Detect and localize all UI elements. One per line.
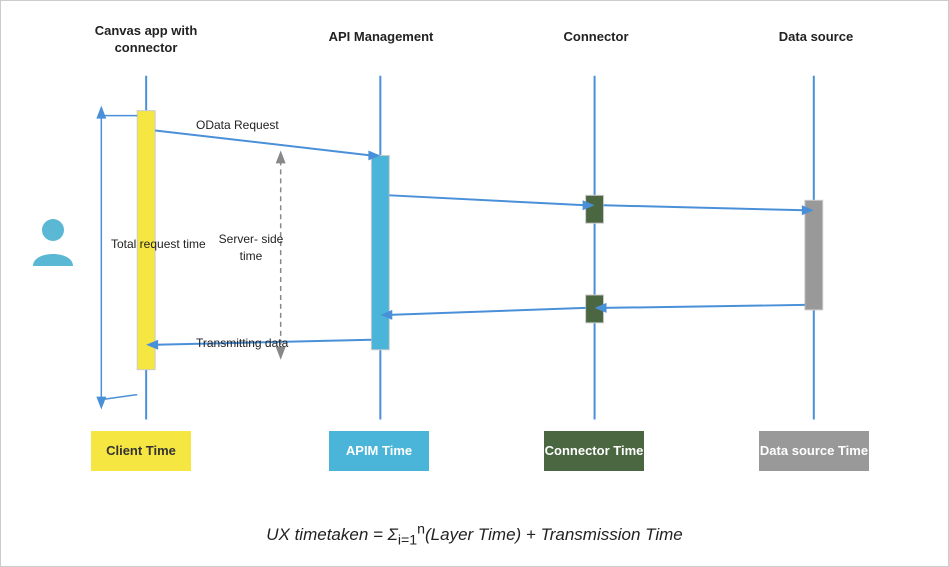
formula-label: UX timetaken = Σi=1n(Layer Time) + Trans… bbox=[1, 521, 948, 548]
client-time-legend: Client Time bbox=[91, 431, 191, 471]
connector-time-legend: Connector Time bbox=[544, 431, 644, 471]
total-request-label: Total request time bbox=[111, 236, 206, 253]
server-side-label: Server- side time bbox=[216, 231, 286, 265]
user-icon bbox=[29, 216, 77, 275]
apim-time-legend: APIM Time bbox=[329, 431, 429, 471]
transmitting-data-label: Transmitting data bbox=[196, 336, 288, 350]
datasource-time-legend: Data source Time bbox=[759, 431, 869, 471]
diagram-container: Canvas app with connector API Management… bbox=[0, 0, 949, 567]
odata-request-label: OData Request bbox=[196, 118, 279, 132]
lifeline-datasource-label: Data source bbox=[761, 29, 871, 46]
lifeline-apim-label: API Management bbox=[321, 29, 441, 46]
diagram-svg bbox=[1, 1, 948, 566]
lifeline-canvas-label: Canvas app with connector bbox=[86, 23, 206, 57]
lifeline-connector-label: Connector bbox=[546, 29, 646, 46]
